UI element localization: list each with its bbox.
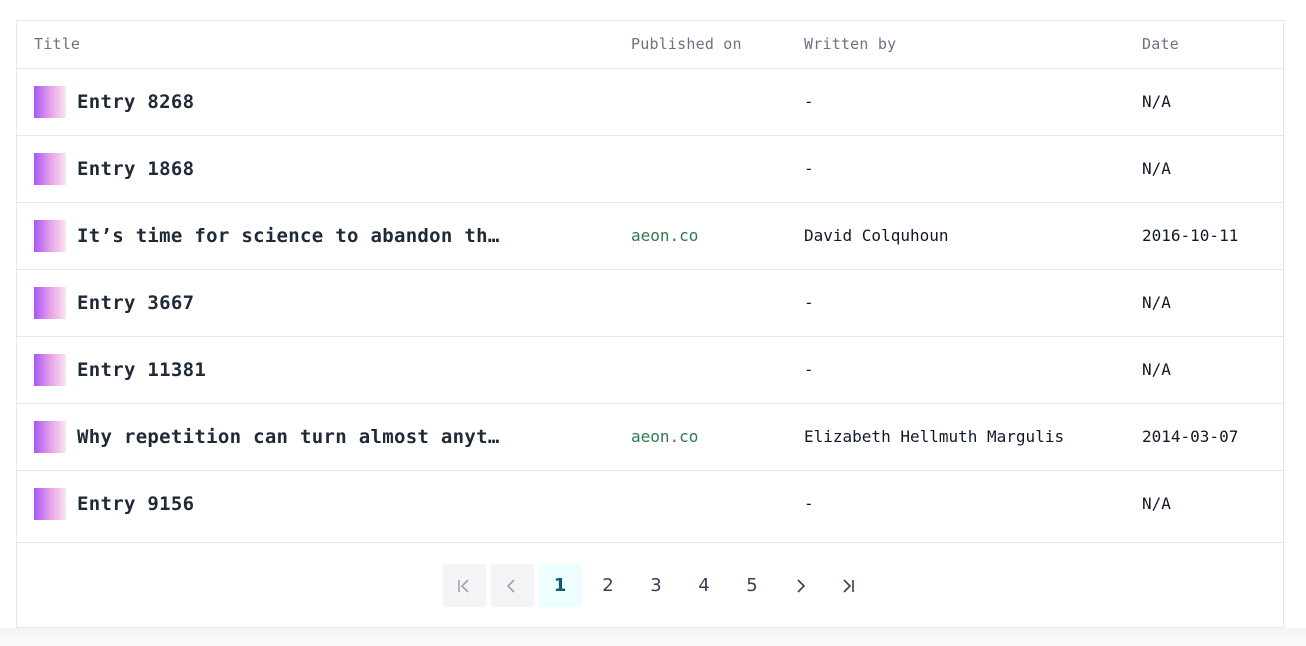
- chevron-left-icon: [506, 578, 515, 593]
- article-title[interactable]: Entry 3667: [77, 292, 194, 314]
- table-row[interactable]: Entry 11381 - N/A: [17, 335, 1283, 403]
- article-author: -: [804, 360, 814, 379]
- article-thumbnail: [34, 152, 66, 185]
- previous-page-button[interactable]: [490, 564, 534, 607]
- article-author: -: [804, 159, 814, 178]
- page-button-5[interactable]: 5: [731, 564, 774, 607]
- article-title[interactable]: Entry 11381: [77, 359, 206, 381]
- table-header-row: Title Published on Written by Date: [17, 21, 1283, 69]
- articles-table: Title Published on Written by Date Entry…: [17, 21, 1283, 537]
- article-thumbnail: [34, 353, 66, 386]
- article-author: David Colquhoun: [804, 226, 949, 245]
- article-author: -: [804, 92, 814, 111]
- page-button-1[interactable]: 1: [538, 564, 582, 607]
- article-thumbnail: [34, 219, 66, 252]
- page-button-2[interactable]: 2: [587, 564, 630, 607]
- publisher-link[interactable]: aeon.co: [631, 427, 698, 446]
- table-row[interactable]: Entry 3667 - N/A: [17, 268, 1283, 336]
- page-button-3[interactable]: 3: [635, 564, 678, 607]
- article-date: N/A: [1142, 92, 1171, 111]
- article-date: N/A: [1142, 293, 1171, 312]
- publisher-link[interactable]: aeon.co: [631, 226, 698, 245]
- column-header-published-on[interactable]: Published on: [614, 21, 787, 69]
- table-row[interactable]: Entry 1868 - N/A: [17, 134, 1283, 202]
- article-thumbnail: [34, 286, 66, 319]
- page-button-4[interactable]: 4: [683, 564, 726, 607]
- article-title[interactable]: Entry 1868: [77, 158, 194, 180]
- article-date: 2014-03-07: [1142, 427, 1239, 446]
- table-row[interactable]: Why repetition can turn almost anythi… a…: [17, 402, 1283, 470]
- next-page-button[interactable]: [779, 564, 822, 607]
- table-row[interactable]: It’s time for science to abandon the … a…: [17, 201, 1283, 269]
- article-title[interactable]: Entry 9156: [77, 493, 194, 515]
- last-page-icon: [843, 578, 854, 593]
- chevron-right-icon: [797, 578, 806, 593]
- pagination: 1 2 3 4 5: [17, 542, 1283, 628]
- article-author: -: [804, 293, 814, 312]
- article-author: -: [804, 494, 814, 514]
- column-header-date[interactable]: Date: [1125, 21, 1283, 69]
- article-title[interactable]: Entry 8268: [77, 91, 194, 113]
- article-date: N/A: [1142, 360, 1171, 379]
- column-header-written-by[interactable]: Written by: [787, 21, 1125, 69]
- article-thumbnail: [34, 487, 66, 520]
- table-row[interactable]: Entry 9156 - N/A: [17, 469, 1283, 537]
- page-background-fade: [0, 628, 1306, 646]
- first-page-icon: [458, 578, 469, 593]
- article-date: N/A: [1142, 494, 1171, 514]
- article-title[interactable]: It’s time for science to abandon the …: [77, 225, 507, 247]
- article-thumbnail: [34, 420, 66, 453]
- column-header-title[interactable]: Title: [17, 21, 614, 69]
- last-page-button[interactable]: [827, 564, 870, 607]
- articles-table-card: Title Published on Written by Date Entry…: [16, 20, 1284, 628]
- article-date: 2016-10-11: [1142, 226, 1239, 245]
- table-row[interactable]: Entry 8268 - N/A: [17, 68, 1283, 135]
- article-title[interactable]: Why repetition can turn almost anythi…: [77, 426, 507, 448]
- first-page-button[interactable]: [442, 564, 486, 607]
- article-date: N/A: [1142, 159, 1171, 178]
- article-author: Elizabeth Hellmuth Margulis: [804, 427, 1065, 446]
- article-thumbnail: [34, 85, 66, 118]
